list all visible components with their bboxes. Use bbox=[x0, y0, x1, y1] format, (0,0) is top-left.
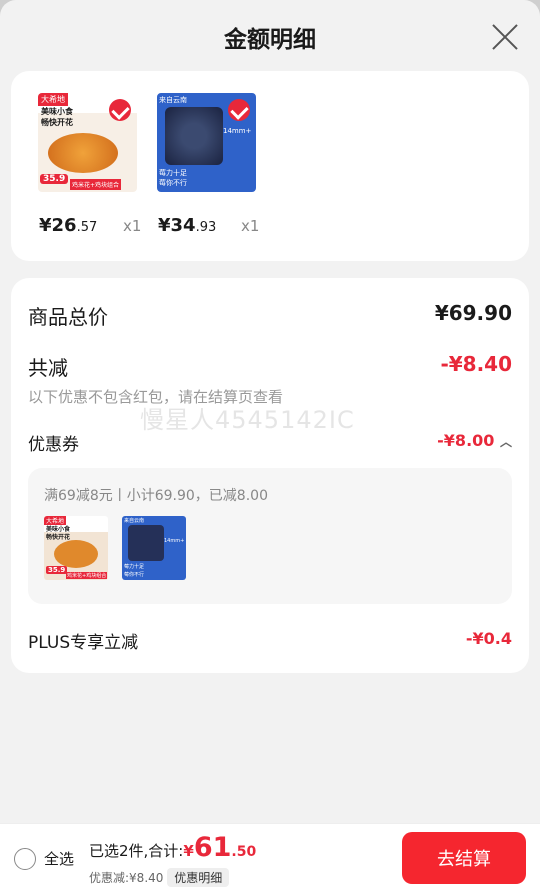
total-int: 61 bbox=[193, 832, 232, 863]
image-text: 鸡米花+鸡块组合 bbox=[70, 179, 122, 190]
blueberry-box bbox=[165, 107, 223, 165]
plus-value: -¥0.4 bbox=[465, 629, 512, 648]
image-price-badge: 35.9 bbox=[46, 566, 68, 574]
plus-label: PLUS专享立减 bbox=[28, 633, 139, 653]
amount-detail-sheet: 金额明细 大希地 美味小食 畅快开花 35.9 鸡米花+鸡块组合 来自云南 14… bbox=[0, 0, 540, 894]
coupon-product-thumb: 大希地 美味小食 畅快开花 35.9 鸡米花+鸡块组合 bbox=[44, 516, 108, 580]
discount-text: 优惠减:¥8.40 bbox=[89, 871, 164, 885]
total-dec: .50 bbox=[231, 844, 257, 860]
blueberry-box bbox=[128, 525, 164, 561]
chicken-pieces bbox=[54, 540, 98, 568]
selected-count-text: 已选2件,合计: bbox=[89, 842, 184, 860]
currency-symbol: ¥ bbox=[183, 842, 194, 860]
total-label: 商品总价 bbox=[28, 305, 108, 329]
image-tag: 大希地 bbox=[38, 93, 68, 106]
image-text: 14mm+ bbox=[164, 538, 185, 544]
total-value: ¥69.90 bbox=[434, 301, 512, 325]
product-qty: x1 bbox=[241, 217, 260, 235]
chicken-pieces bbox=[48, 133, 118, 173]
image-text: 莓你不行 bbox=[159, 179, 187, 187]
image-text: 莓你不行 bbox=[124, 572, 145, 578]
close-icon[interactable] bbox=[492, 24, 518, 50]
chevron-up-icon: ︿ bbox=[499, 435, 512, 449]
discount-detail-pill[interactable]: 优惠明细 bbox=[167, 868, 230, 887]
coupon-value: -¥8.00 bbox=[437, 431, 495, 450]
product-qty: x1 bbox=[123, 217, 142, 235]
image-text: 畅快开花 bbox=[41, 118, 73, 127]
selected-check-icon[interactable] bbox=[228, 99, 250, 121]
image-tag: 来自云南 bbox=[124, 518, 145, 524]
checkout-bar: 全选 已选2件,合计:¥61.50 优惠减:¥8.40 优惠明细 去结算 bbox=[0, 823, 540, 894]
image-text: 14mm+ bbox=[223, 127, 252, 135]
image-tag: 来自云南 bbox=[159, 96, 187, 104]
image-text: 畅快开花 bbox=[46, 534, 71, 541]
coupon-description: 满69减8元丨小计69.90，已减8.00 bbox=[44, 488, 268, 504]
image-text: 鸡米花+鸡块组合 bbox=[66, 572, 108, 579]
coupon-label: 优惠券 bbox=[28, 435, 79, 455]
reduce-label: 共减 bbox=[28, 356, 68, 380]
total-summary: 已选2件,合计:¥61.50 bbox=[89, 832, 256, 863]
reduce-value: -¥8.40 bbox=[440, 352, 512, 376]
amount-detail-card: 商品总价 ¥69.90 共减 -¥8.40 以下优惠不包含红包，请在结算页查看 … bbox=[11, 278, 529, 673]
discount-summary: 优惠减:¥8.40 优惠明细 bbox=[89, 868, 230, 887]
image-text: 美味小食 bbox=[41, 107, 73, 116]
coupon-product-thumb: 来自云南 14mm+ 莓力十足 莓你不行 bbox=[122, 516, 186, 580]
coupon-detail-box: 满69减8元丨小计69.90，已减8.00 大希地 美味小食 畅快开花 35.9… bbox=[28, 468, 512, 604]
product-price: ¥34.93 bbox=[158, 215, 217, 236]
sheet-title: 金额明细 bbox=[224, 27, 316, 53]
checkout-button[interactable]: 去结算 bbox=[402, 832, 526, 884]
selected-check-icon[interactable] bbox=[109, 99, 131, 121]
watermark-text: 慢星人4545142IC bbox=[140, 406, 355, 434]
product-list-card: 大希地 美味小食 畅快开花 35.9 鸡米花+鸡块组合 来自云南 14mm+ 莓… bbox=[11, 71, 529, 261]
product-image-blueberry[interactable]: 来自云南 14mm+ 莓力十足 莓你不行 bbox=[157, 93, 256, 192]
product-image-chicken[interactable]: 大希地 美味小食 畅快开花 35.9 鸡米花+鸡块组合 bbox=[38, 93, 137, 192]
select-all-radio[interactable] bbox=[14, 848, 36, 870]
coupon-toggle[interactable]: -¥8.00 ︿ bbox=[437, 431, 512, 450]
product-price: ¥26.57 bbox=[39, 215, 98, 236]
image-text: 莓力十足 bbox=[159, 169, 187, 177]
select-all-label[interactable]: 全选 bbox=[44, 848, 74, 869]
image-text: 莓力十足 bbox=[124, 564, 145, 570]
image-price-badge: 35.9 bbox=[40, 174, 69, 184]
